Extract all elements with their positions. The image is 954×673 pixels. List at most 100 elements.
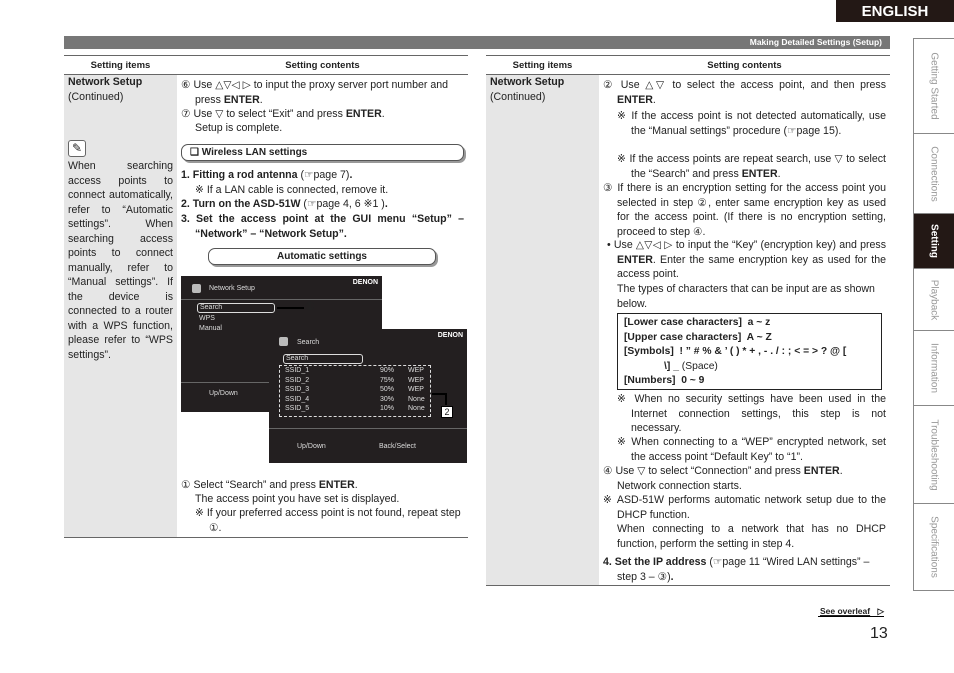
bold-text: . — [670, 570, 674, 583]
security-type: WEP — [408, 367, 424, 374]
character-type-line: [Lower case characters] a ~ z — [624, 316, 875, 331]
step-7: ⑦ Use ▽ to select “Exit” and press ENTER… — [181, 107, 465, 122]
ssid-name: SSID_4 — [285, 395, 310, 403]
step-2: ② Use △▽ to select the access point, and… — [603, 78, 886, 107]
side-tab-specifications[interactable]: Specifications — [914, 504, 954, 591]
signal-strength: 10% — [380, 405, 395, 412]
search-selector[interactable]: Search — [283, 354, 363, 364]
language-label: ENGLISH — [836, 0, 954, 22]
security-type: None — [408, 395, 425, 403]
denon-logo: DENON — [352, 279, 378, 286]
step-3: ③ If there is an encryption setting for … — [603, 182, 886, 238]
character-type-line: \] _ (Space) — [624, 360, 875, 375]
ssid-list: SSID_1 90% WEP SSID_2 75% WEP SSID_3 50% WEP SSID… — [279, 365, 431, 417]
step-2-note-b: ※ If the access points are repeat search… — [617, 152, 886, 181]
step-6: ⑥ Use △▽◁ ▷ to input the proxy server po… — [181, 78, 465, 107]
char-types-intro: The types of characters that can be inpu… — [617, 283, 875, 310]
security-type: WEP — [408, 386, 424, 393]
side-tab-setting[interactable]: Setting — [914, 214, 954, 269]
text: (☞page 4, 6 ※1 ) — [300, 198, 385, 210]
bold-text: . — [384, 198, 388, 210]
section-header: Making Detailed Settings (Setup) — [64, 36, 890, 49]
step-4-ip: 4. Set the IP address (☞page 11 “Wired L… — [603, 555, 886, 584]
callout-1: ① — [305, 301, 315, 313]
bold-text: ENTER — [223, 93, 260, 106]
side-tab-getting-started[interactable]: Getting Started — [914, 39, 954, 134]
footer-back-select: Back/Select — [379, 443, 416, 450]
character-type-line: [Upper case characters] A ~ Z — [624, 331, 875, 346]
security-note: ※ When no security settings have been us… — [617, 393, 886, 434]
side-tab-label: Getting Started — [928, 52, 940, 120]
dhcp-note-2: When connecting to a network that has no… — [617, 523, 886, 550]
automatic-settings-heading: Automatic settings — [208, 248, 436, 265]
bold-text: ENTER — [617, 253, 653, 266]
bold-text: 3. Set the access point at the GUI menu … — [181, 213, 464, 240]
bold-text: [Lower case characters] — [624, 317, 742, 328]
bold-text: \] _ — [624, 360, 679, 372]
screen-title: Search — [297, 339, 320, 346]
bold-text: ENTER — [617, 93, 653, 106]
see-overleaf-label: See overleaf — [820, 606, 871, 616]
chevron-right-icon: ▷ — [877, 606, 885, 616]
step-2: 2. Turn on the ASD-51W (☞page 4, 6 ※1 ). — [181, 197, 388, 212]
bold-text: ENTER — [345, 108, 382, 120]
step-1: 1. Fitting a rod antenna (☞page 7). — [181, 168, 352, 183]
text: . — [777, 167, 781, 180]
step-3: 3. Set the access point at the GUI menu … — [181, 212, 464, 241]
side-tab-label: Playback — [928, 279, 940, 320]
item-subtitle: (Continued) — [490, 91, 546, 103]
bold-text: ENTER — [318, 479, 355, 491]
bold-text: . — [349, 169, 353, 181]
bold-text: [Numbers] — [624, 375, 676, 386]
text: . — [652, 93, 656, 106]
side-tab-label: Setting — [928, 224, 940, 258]
signal-strength: 75% — [380, 376, 395, 384]
ssid-name: SSID_1 — [285, 367, 310, 374]
text: . — [381, 108, 385, 120]
side-tabs: Getting Started Connections Setting Playbac… — [913, 38, 954, 591]
side-tab-information[interactable]: Information — [914, 331, 954, 406]
text: ① Select “Search” and press — [181, 479, 319, 491]
bold-text: [Upper case characters] — [624, 331, 742, 343]
screen-title: Network Setup — [209, 285, 255, 292]
connection-starts: Network connection starts. — [617, 480, 742, 492]
search-screen: Search DENON Search SSID_1 90% WEP SSID_2 75… — [269, 329, 467, 463]
menu-item-search[interactable]: Search — [197, 303, 275, 313]
ssid-name: SSID_3 — [285, 386, 310, 393]
note-text: When searching access points to connect … — [68, 160, 173, 361]
callout-2: 2 — [441, 406, 453, 418]
footer-updown: Up/Down — [297, 443, 326, 450]
security-type: WEP — [408, 376, 424, 384]
side-tab-playback[interactable]: Playback — [914, 269, 954, 331]
signal-strength: 90% — [380, 367, 395, 374]
col-header-items: Setting items — [486, 56, 599, 75]
items-column — [486, 75, 599, 585]
text: . — [259, 93, 263, 106]
side-tab-troubleshooting[interactable]: Troubleshooting — [914, 406, 954, 504]
item-title: Network Setup — [68, 76, 143, 88]
step-2-note-a: ※ If the access point is not detected au… — [617, 110, 886, 137]
col-header-contents: Setting contents — [177, 56, 468, 75]
pencil-icon: ✎ — [68, 140, 86, 157]
gear-icon — [279, 337, 288, 346]
side-tab-label: Information — [928, 342, 940, 394]
item-subtitle: (Continued) — [68, 91, 124, 103]
menu-item-manual[interactable]: Manual — [199, 325, 222, 332]
side-tab-label: Connections — [928, 145, 940, 202]
bold-text: 4. Set the IP address — [603, 556, 707, 568]
side-tab-label: Troubleshooting — [928, 418, 940, 491]
see-overleaf-link[interactable]: See overleaf ▷ — [818, 605, 885, 617]
wep-note: ※ When connecting to a “WEP” encrypted n… — [617, 436, 886, 463]
setup-complete: Setup is complete. — [195, 122, 283, 134]
menu-item-wps[interactable]: WPS — [199, 315, 215, 322]
side-tab-label: Specifications — [928, 516, 940, 578]
signal-strength: 30% — [380, 395, 395, 403]
side-tab-connections[interactable]: Connections — [914, 134, 954, 214]
text: . Enter the same encryption key as used … — [617, 253, 886, 281]
bold-text: 2. Turn on the ASD-51W — [181, 198, 301, 210]
text: . — [839, 465, 843, 477]
character-types-box: [Lower case characters] a ~ z [Upper case… — [617, 313, 882, 390]
arrow-line — [277, 307, 304, 309]
step-1-note: ※ If a LAN cable is connected, remove it… — [195, 184, 389, 196]
item-title: Network Setup — [490, 76, 565, 88]
